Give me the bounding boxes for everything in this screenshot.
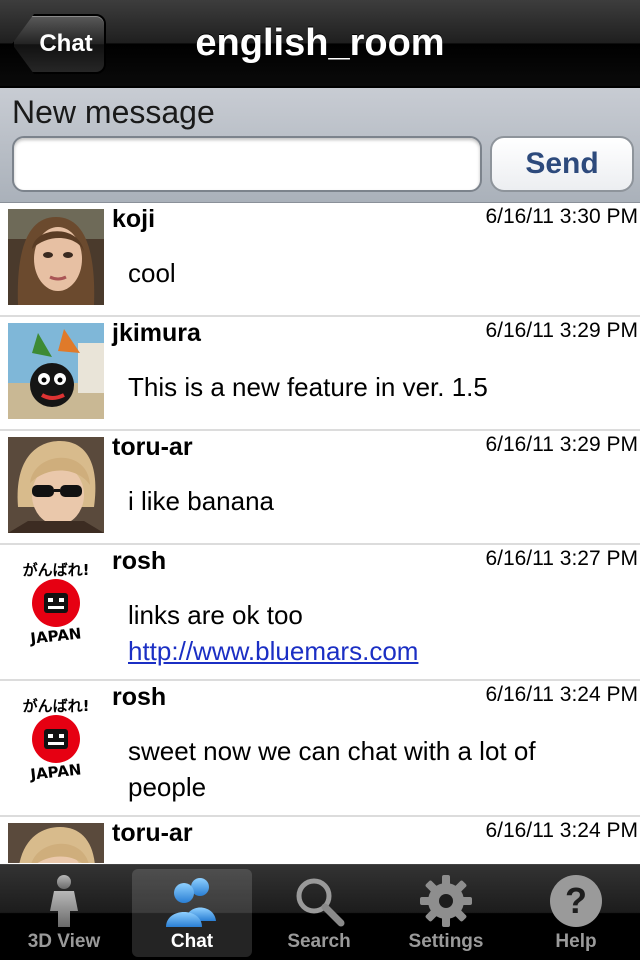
message-item[interactable]: がんばれ! JAPAN rosh 6/16/11 3:27 PM links a… [0,545,640,681]
message-timestamp: 6/16/11 3:29 PM [485,433,638,456]
tab-3d-view[interactable]: 3D View [4,869,124,957]
message-timestamp: 6/16/11 3:24 PM [485,683,638,706]
avatar[interactable] [8,823,104,863]
message-username: rosh [112,683,167,711]
back-button[interactable]: Chat [12,14,106,74]
avatar[interactable] [8,209,104,305]
tab-help[interactable]: ? Help [516,869,636,957]
gear-icon [420,875,472,927]
blonde-avatar-icon [8,437,104,533]
message-item[interactable]: toru-ar 6/16/11 3:29 PM i like banana [0,431,640,545]
tab-label: Chat [170,931,214,952]
tab-bar: 3D View Chat Search Settings ? Help [0,864,640,960]
message-username: koji [112,205,156,233]
tab-chat[interactable]: Chat [132,869,252,957]
woman-avatar-icon [8,209,104,305]
message-username: jkimura [112,319,201,347]
avatar[interactable] [8,323,104,419]
message-text: i like banana [128,486,274,516]
tab-label: Help [555,931,597,952]
message-text: links are ok too http://www.bluemars.com [128,597,628,669]
message-text: cool [128,258,176,288]
tab-label: Settings [408,931,484,952]
message-timestamp: 6/16/11 3:29 PM [485,319,638,342]
message-text-line: links are ok too [128,600,303,630]
message-list[interactable]: koji 6/16/11 3:30 PM cool jkimura 6/16/1… [0,203,640,863]
page-title: english_room [195,22,445,64]
avatar[interactable]: がんばれ! JAPAN [8,687,104,783]
avatar[interactable]: がんばれ! JAPAN [8,551,104,647]
logo-top-text: がんばれ! [23,697,90,715]
cat-avatar-icon [8,323,104,419]
send-button-label: Send [525,147,599,180]
svg-text:?: ? [565,880,587,921]
message-timestamp: 6/16/11 3:30 PM [485,205,638,228]
tab-search[interactable]: Search [259,869,379,957]
message-item[interactable]: toru-ar 6/16/11 3:24 PM [0,817,640,863]
help-icon: ? [550,875,602,927]
tab-settings[interactable]: Settings [386,869,506,957]
blonde-avatar-icon [8,823,104,863]
message-username: rosh [112,547,167,575]
compose-label: New message [12,94,215,130]
ganbare-japan-logo-icon: がんばれ! JAPAN [8,687,104,783]
message-timestamp: 6/16/11 3:27 PM [485,547,638,570]
message-timestamp: 6/16/11 3:24 PM [485,819,638,842]
message-item[interactable]: koji 6/16/11 3:30 PM cool [0,203,640,317]
ganbare-japan-logo-icon: がんばれ! JAPAN [8,551,104,647]
logo-top-text: がんばれ! [23,561,90,579]
send-button[interactable]: Send [490,136,634,192]
chat-users-icon [166,878,216,927]
person-icon [50,875,78,927]
message-text: This is a new feature in ver. 1.5 [128,372,488,402]
message-username: toru-ar [112,433,193,461]
message-input[interactable] [12,136,482,192]
compose-area: New message Send [0,88,640,203]
tab-label: Search [287,931,351,952]
search-icon [296,878,345,927]
back-button-label: Chat [39,30,93,57]
avatar[interactable] [8,437,104,533]
message-username: toru-ar [112,819,193,847]
message-link[interactable]: http://www.bluemars.com [128,636,418,666]
message-item[interactable]: jkimura 6/16/11 3:29 PM This is a new fe… [0,317,640,431]
tab-label: 3D View [27,931,101,952]
message-text: sweet now we can chat with a lot of peop… [128,736,536,802]
navigation-bar: Chat english_room [0,0,640,88]
message-item[interactable]: がんばれ! JAPAN rosh 6/16/11 3:24 PM sweet n… [0,681,640,817]
